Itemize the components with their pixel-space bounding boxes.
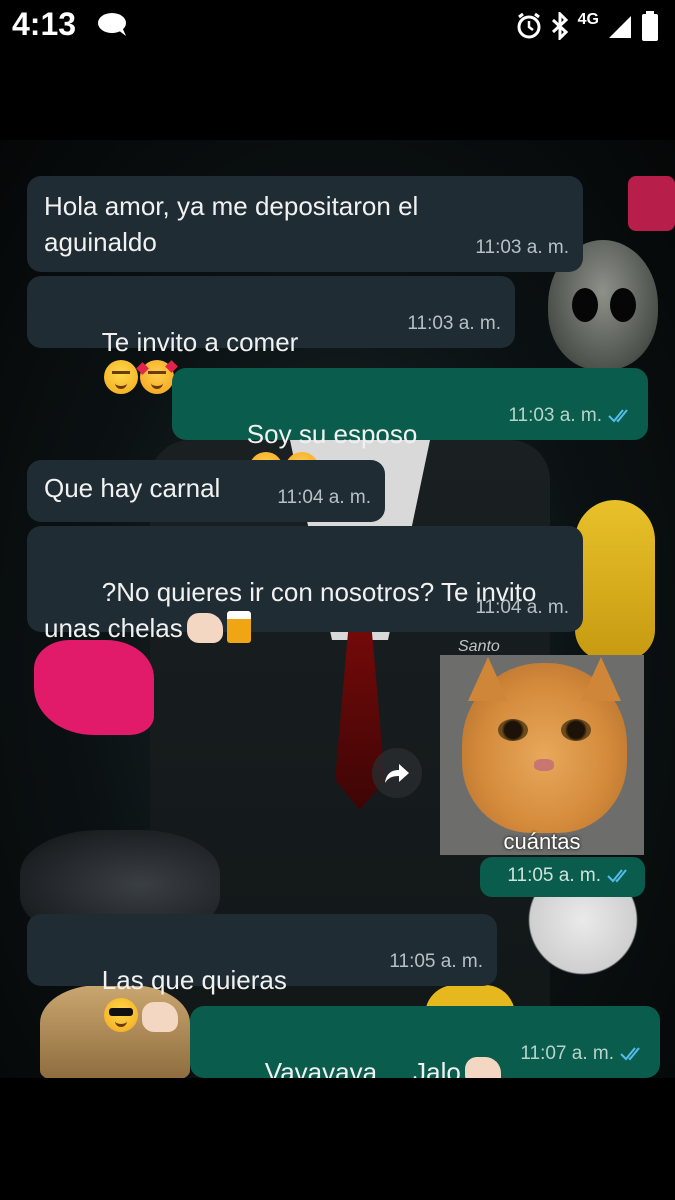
message-time: 11:04 a. m. — [277, 487, 371, 508]
status-icons: 4G — [516, 10, 659, 42]
message-time: 11:07 a. m. — [520, 1043, 614, 1064]
message-bubble-outgoing[interactable]: Soy su esposo 11:03 a. m. — [172, 368, 648, 486]
message-meta: 11:05 a. m. — [507, 865, 633, 887]
image-caption: cuántas — [503, 829, 581, 854]
message-bubble-incoming[interactable]: Las que quieras 11:05 a. m. — [27, 914, 497, 1032]
smiling-face-with-hearts-icon — [135, 360, 178, 394]
image-message[interactable]: cuántas — [440, 655, 644, 855]
message-content: Vavavava.... Jalo — [207, 1018, 501, 1078]
call-me-hand-icon — [186, 613, 223, 643]
image-message-meta: 11:05 a. m. — [480, 857, 645, 897]
chat-area[interactable]: Santo Hola amor, ya me depositaron el ag… — [0, 140, 675, 1078]
status-time: 4:13 — [12, 6, 77, 42]
message-meta: 11:03 a. m. — [508, 398, 634, 434]
signal-icon — [609, 16, 631, 38]
forward-icon — [385, 764, 409, 783]
battery-icon — [642, 11, 658, 41]
beer-mug-icon — [226, 611, 251, 643]
message-text: Que hay carnal — [44, 473, 221, 503]
call-me-hand-icon — [464, 1057, 501, 1078]
read-ticks-icon — [607, 869, 627, 883]
message-time: 11:05 a. m. — [507, 865, 601, 886]
wallpaper-banana-sticker — [575, 500, 655, 660]
wallpaper-sticker — [628, 176, 675, 231]
read-ticks-icon — [620, 1047, 640, 1061]
cat-ear — [581, 657, 621, 701]
cat-eye — [498, 719, 528, 741]
cat-ear — [468, 657, 508, 701]
message-icon — [98, 13, 126, 36]
phone-screen: 4:13 4G Santo Hola amor, ya me depositar… — [0, 0, 675, 1200]
message-time: 11:04 a. m. — [475, 597, 569, 618]
message-time: 11:03 a. m. — [407, 313, 501, 334]
smiling-face-icon — [103, 360, 138, 394]
message-bubble-incoming[interactable]: Que hay carnal 11:04 a. m. — [27, 460, 385, 522]
read-ticks-icon — [608, 409, 628, 423]
message-bubble-incoming[interactable]: Te invito a comer 11:03 a. m. — [27, 276, 515, 394]
cat-eye — [561, 719, 591, 741]
call-me-hand-icon — [141, 1002, 178, 1032]
message-text: Vavavava.... Jalo — [264, 1057, 461, 1078]
message-time: 11:03 a. m. — [475, 237, 569, 258]
sunglasses-face-icon — [103, 998, 138, 1032]
message-text: Te invito a comer — [101, 327, 299, 357]
forward-button[interactable] — [372, 748, 422, 798]
alarm-icon — [517, 12, 541, 39]
cat-image — [462, 657, 627, 833]
message-time: 11:05 a. m. — [389, 951, 483, 972]
cat-nose — [534, 759, 554, 771]
alien-eye — [610, 288, 636, 322]
message-text: ?No quieres ir con nosotros? Te invito u… — [44, 577, 537, 643]
network-label: 4G — [577, 11, 599, 28]
message-bubble-incoming[interactable]: Hola amor, ya me depositaron el aguinald… — [27, 176, 583, 272]
message-text: Soy su esposo — [246, 419, 418, 449]
message-bubble-incoming[interactable]: ?No quieres ir con nosotros? Te invito u… — [27, 526, 583, 643]
message-time: 11:03 a. m. — [508, 405, 602, 426]
message-text: Las que quieras — [101, 965, 287, 995]
alien-eye — [572, 288, 598, 322]
message-text: Hola amor, ya me depositaron el aguinald… — [44, 191, 419, 257]
message-meta: 11:07 a. m. — [520, 1036, 646, 1072]
bluetooth-icon — [551, 12, 568, 40]
message-bubble-outgoing[interactable]: Vavavava.... Jalo 11:07 a. m. — [190, 1006, 660, 1078]
status-bar: 4:13 4G — [0, 0, 675, 52]
